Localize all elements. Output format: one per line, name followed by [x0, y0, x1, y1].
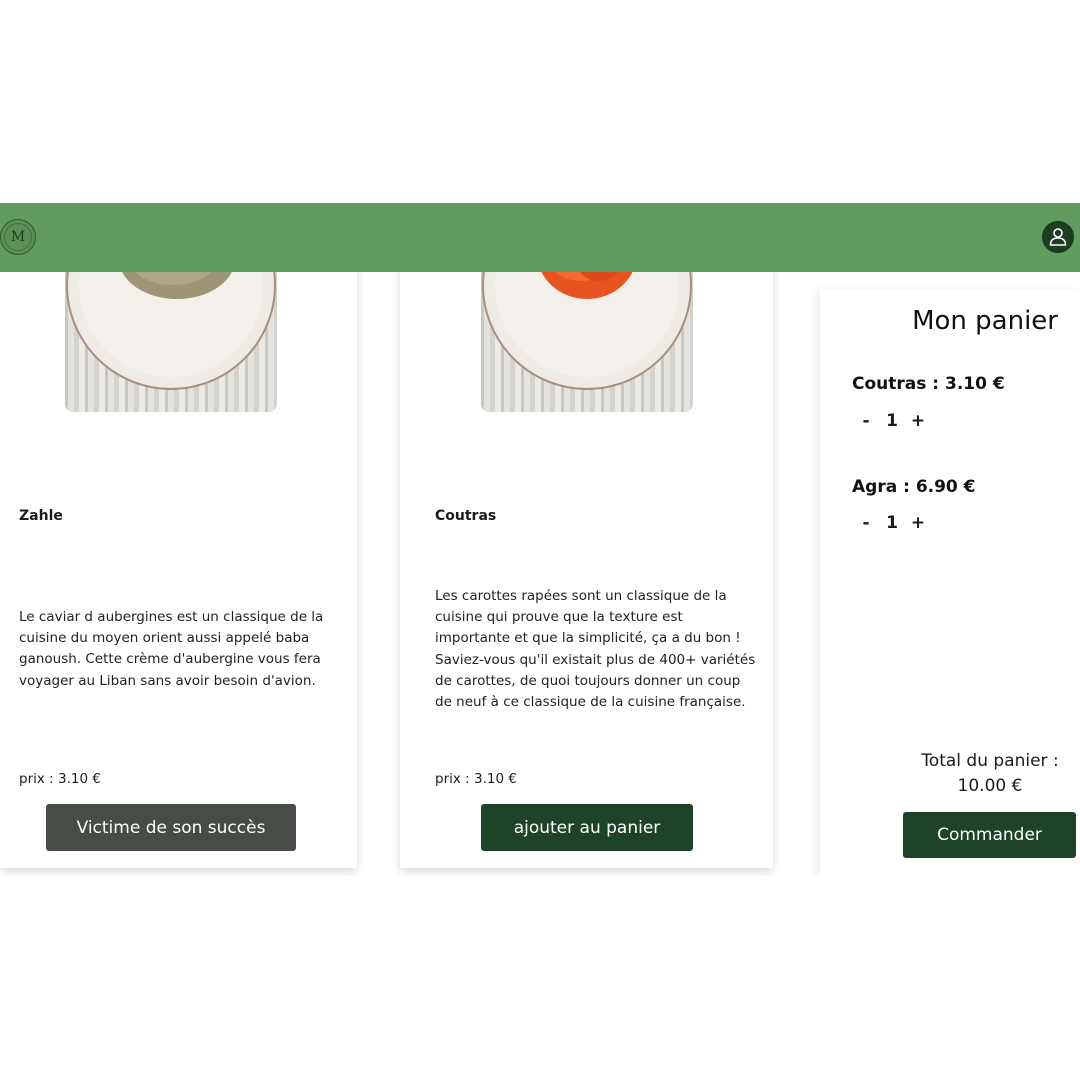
product-price: prix : 3.10 €: [435, 771, 517, 787]
cart-panel: Mon panier Coutras : 3.10 € - 1 + Agra :…: [820, 290, 1080, 876]
product-card-zahle: Zahle Le caviar d aubergines est un clas…: [0, 203, 357, 868]
decrease-quantity-button[interactable]: -: [856, 411, 876, 431]
quantity-value: 1: [886, 411, 898, 431]
increase-quantity-button[interactable]: +: [908, 513, 928, 533]
sold-out-button[interactable]: Victime de son succès: [46, 804, 296, 851]
cart-total-value: 10.00 €: [957, 776, 1023, 796]
product-price: prix : 3.10 €: [19, 771, 101, 787]
restaurant-logo-icon[interactable]: M: [0, 219, 36, 255]
product-description: Le caviar d aubergines est un classique …: [19, 609, 324, 689]
user-account-button[interactable]: [1042, 221, 1074, 253]
cart-item-name: Coutras : 3.10 €: [852, 374, 1005, 394]
product-description: Les carottes rapées sont un classique de…: [435, 588, 756, 711]
app-viewport: Zahle Le caviar d aubergines est un clas…: [0, 203, 1080, 876]
add-to-cart-button[interactable]: ajouter au panier: [481, 804, 693, 851]
quantity-value: 1: [886, 513, 898, 533]
quantity-stepper: - 1 +: [856, 513, 928, 533]
product-name: Coutras: [435, 508, 497, 524]
cart-total: Total du panier : 10.00 €: [920, 749, 1060, 799]
increase-quantity-button[interactable]: +: [908, 411, 928, 431]
cart-total-label: Total du panier :: [921, 751, 1059, 771]
user-icon: [1049, 228, 1067, 246]
decrease-quantity-button[interactable]: -: [856, 513, 876, 533]
product-name: Zahle: [19, 508, 63, 524]
cart-item-name: Agra : 6.90 €: [852, 477, 976, 497]
order-button[interactable]: Commander: [903, 812, 1076, 858]
quantity-stepper: - 1 +: [856, 411, 928, 431]
logo-letter: M: [10, 229, 26, 245]
cart-title: Mon panier: [912, 306, 1058, 336]
product-card-coutras: Coutras Les carottes rapées sont un clas…: [400, 203, 773, 868]
top-header: M: [0, 203, 1080, 272]
